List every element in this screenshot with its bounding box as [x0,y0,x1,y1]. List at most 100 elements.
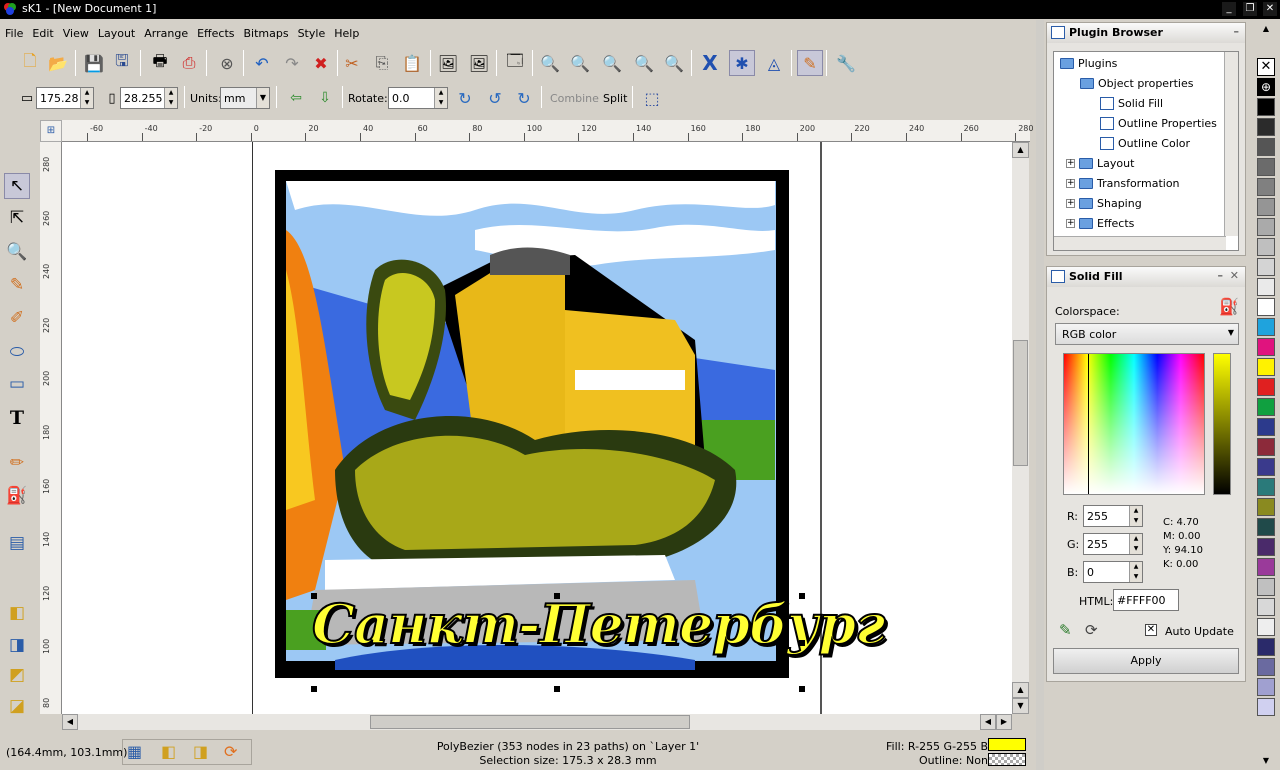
tree-item[interactable]: Object properties [1080,77,1193,90]
b-field[interactable]: 0 ▲ ▼ [1083,561,1143,583]
palette-swatch[interactable] [1257,198,1275,216]
palette-swatch[interactable] [1257,658,1275,676]
selection-handle[interactable] [311,593,317,599]
palette-swatch[interactable] [1257,578,1275,596]
palette-swatch[interactable] [1257,538,1275,556]
selection-handle[interactable] [799,640,805,646]
palette-swatch[interactable] [1257,238,1275,256]
colorspace-select[interactable]: RGB color ▼ [1055,323,1239,345]
palette-swatch[interactable] [1257,358,1275,376]
vertical-scroll-thumb[interactable] [1013,340,1028,466]
minimize-icon[interactable]: _ [1222,2,1236,16]
no-color-icon[interactable]: ✕ [1257,58,1275,76]
palette-swatch[interactable] [1257,558,1275,576]
scroll-right-icon[interactable]: ▶ [996,714,1012,730]
registration-icon[interactable]: ⊕ [1257,78,1275,96]
split-button[interactable]: Split [603,92,627,105]
menu-edit[interactable]: Edit [27,24,57,40]
raise-icon[interactable]: ◧ [4,600,30,626]
menu-effects[interactable]: Effects [192,24,238,40]
close-document-icon[interactable]: ⊗ [214,50,240,76]
palette-swatch[interactable] [1257,218,1275,236]
palette-scroll-down-icon[interactable]: ▼ [1257,756,1275,770]
color-palette[interactable]: ▲ ✕ ⊕ ▼ [1255,20,1280,770]
snap-icon[interactable]: ✱ [729,50,755,76]
to-front-icon[interactable]: ◩ [4,662,30,688]
selection-handle[interactable] [554,593,560,599]
tree-item[interactable]: + Effects [1066,217,1134,230]
rotate-left-icon[interactable]: ↺ [482,86,508,110]
palette-swatch[interactable] [1257,298,1275,316]
palette-swatch[interactable] [1257,598,1275,616]
print-icon[interactable]: 🖶 [147,50,173,76]
height-field[interactable]: 28.255 ▲ ▼ [120,87,178,109]
palette-swatch[interactable] [1257,258,1275,276]
refresh-icon[interactable]: ⟳ [1085,621,1098,639]
width-field[interactable]: 175.28 ▲ ▼ [36,87,94,109]
save-icon[interactable]: 💾 [81,50,107,76]
panel-minimize-icon[interactable]: – [1218,269,1224,282]
zoom-100-icon[interactable]: 🔍 [567,50,593,76]
palette-swatch[interactable] [1257,618,1275,636]
tree-item[interactable]: + Transformation [1066,177,1180,190]
palette-swatch[interactable] [1257,498,1275,516]
horizontal-scrollbar[interactable]: ◀ ◀ ▶ [62,714,1012,730]
palette-swatch[interactable] [1257,398,1275,416]
palette-swatch[interactable] [1257,478,1275,496]
palette-swatch[interactable] [1257,158,1275,176]
plugin-tool-icon[interactable]: ▤ [4,530,30,556]
r-field[interactable]: 255 ▲ ▼ [1083,505,1143,527]
expand-icon[interactable]: + [1066,159,1075,168]
tree-item[interactable]: + Layout [1066,157,1134,170]
palette-swatch[interactable] [1257,138,1275,156]
outline-tool-icon[interactable]: ✏ [4,450,30,476]
panel-close-icon[interactable]: ✕ [1230,269,1239,282]
zoom-in-icon[interactable]: 🔍 [631,50,657,76]
undo-icon[interactable]: ↶ [249,50,275,76]
zoom-tool-icon[interactable]: 🔍 [4,239,30,265]
paste-icon[interactable]: 📋 [399,50,425,76]
fill-tool-icon[interactable]: ⛽ [4,483,30,509]
color-picker-icon[interactable]: ✎ [797,50,823,76]
scroll-up-icon[interactable]: ▲ [1012,142,1029,158]
drawing-canvas[interactable]: Санкт-Петербург [62,142,1012,714]
scroll-left-icon[interactable]: ◀ [980,714,996,730]
panel-minimize-icon[interactable]: – [1234,25,1240,38]
tree-scrollbar[interactable] [1224,52,1238,236]
scroll-down-icon[interactable]: ▲ [1012,682,1029,698]
freehand-tool-icon[interactable]: ✐ [4,305,30,331]
palette-swatch[interactable] [1257,118,1275,136]
selection-handle[interactable] [554,686,560,692]
options-icon[interactable]: 🔧 [833,50,859,76]
combine-button[interactable]: Combine [550,92,599,105]
palette-scroll-up-icon[interactable]: ▲ [1257,24,1275,38]
copy-icon[interactable]: ⎘ [369,50,395,76]
color-square[interactable] [1063,353,1205,495]
horizontal-scroll-thumb[interactable] [370,715,690,729]
vertical-scrollbar[interactable]: ▲ ▲ ▼ [1012,142,1029,714]
pdf-export-icon[interactable]: ⎙ [176,50,202,76]
g-field[interactable]: 255 ▲ ▼ [1083,533,1143,555]
expand-icon[interactable]: + [1066,199,1075,208]
plugin-tree[interactable]: Plugins Object properties Solid Fill Outlin… [1053,51,1239,251]
new-document-icon[interactable]: 🗋 [17,50,43,76]
import-image-icon[interactable]: 🖼 [435,50,461,76]
menu-bitmaps[interactable]: Bitmaps [238,24,292,40]
tree-hscrollbar[interactable] [1054,236,1226,250]
save-as-icon[interactable]: 🖫 [109,50,135,76]
redo-icon[interactable]: ↷ [279,50,305,76]
group-icon[interactable]: ⬚ [639,86,665,110]
node-tool-icon[interactable]: ⇱ [4,205,30,231]
export-image-icon[interactable]: 🖼 [466,50,492,76]
menu-arrange[interactable]: Arrange [139,24,192,40]
scroll-left-icon[interactable]: ◀ [62,714,78,730]
menu-file[interactable]: File [0,24,27,40]
palette-swatch[interactable] [1257,638,1275,656]
html-field[interactable]: #FFFF00 [1113,589,1179,611]
menu-view[interactable]: View [58,24,93,40]
artwork-text[interactable]: Санкт-Петербург [311,591,887,662]
tree-item[interactable]: + Shaping [1066,197,1142,210]
menu-layout[interactable]: Layout [93,24,139,40]
delete-icon[interactable]: ✖ [308,50,334,76]
dock-divider[interactable] [1036,20,1044,770]
